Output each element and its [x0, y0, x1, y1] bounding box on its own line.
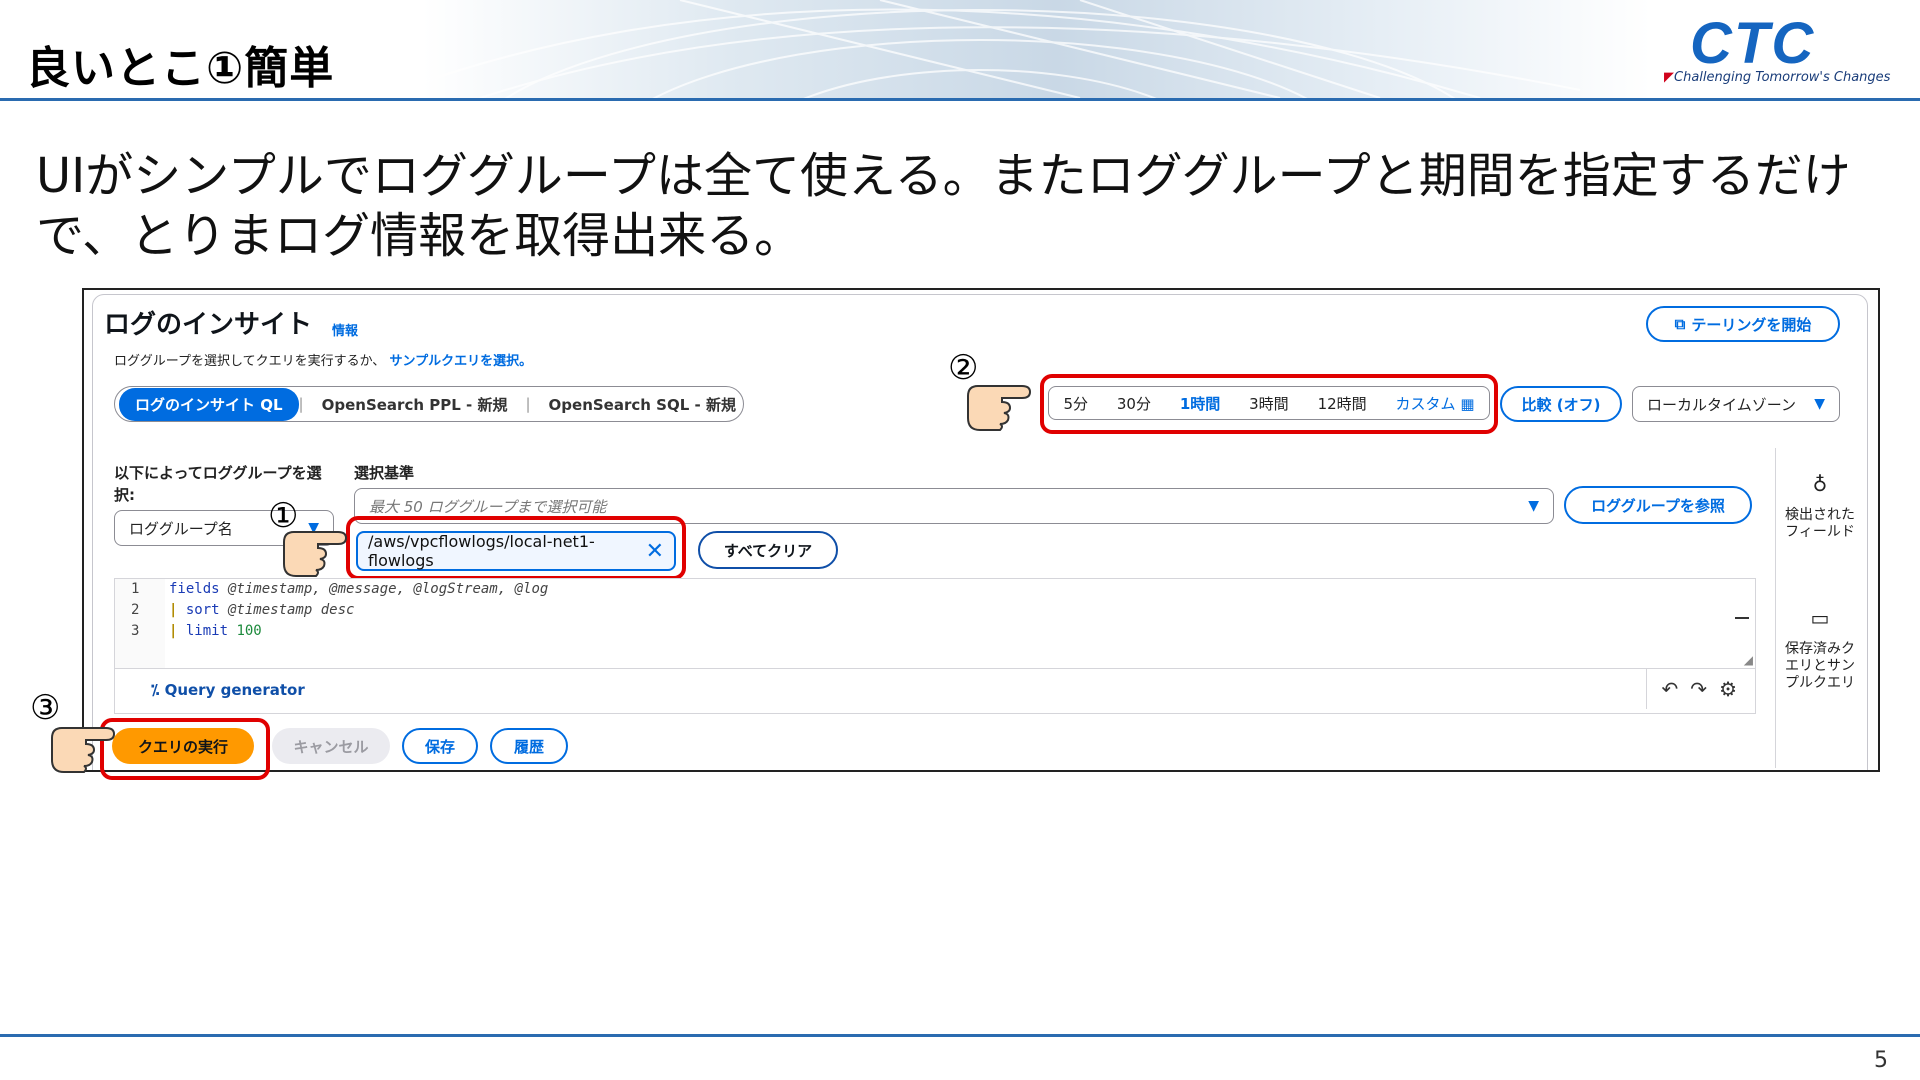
- query-generator-bar: ⁒ Query generator ↶ ↷ ⚙: [114, 668, 1756, 714]
- tab-insights-ql[interactable]: ログのインサイト QL: [119, 387, 299, 421]
- tab-opensearch-sql[interactable]: OpenSearch SQL - 新規: [531, 394, 754, 415]
- pointing-hand-icon: [51, 727, 116, 773]
- logo-mark: CTC: [1690, 11, 1816, 76]
- code-line: 2 | sort @timestamp desc: [131, 602, 355, 618]
- pointing-hand-icon: [283, 531, 348, 577]
- start-tailing-button[interactable]: ⧉ テーリングを開始: [1646, 306, 1840, 342]
- history-button[interactable]: 履歴: [490, 728, 568, 764]
- lightbulb-icon: ♁: [1812, 472, 1828, 496]
- cancel-button[interactable]: キャンセル: [272, 728, 390, 764]
- info-link[interactable]: 情報: [332, 320, 358, 339]
- sample-query-link[interactable]: サンプルクエリを選択。: [389, 354, 532, 369]
- highlight-box-log-group: [346, 516, 686, 580]
- clear-all-button[interactable]: すべてクリア: [698, 531, 838, 569]
- slide-header: 良いとこ①簡単 CTC ◤Challenging Tomorrow's Chan…: [0, 0, 1920, 101]
- page-description: ロググループを選択してクエリを実行するか、 サンプルクエリを選択。: [114, 350, 532, 369]
- browse-log-groups-button[interactable]: ロググループを参照: [1564, 486, 1752, 524]
- criteria-label: 選択基準: [354, 464, 415, 482]
- side-item-saved-queries[interactable]: ▭ 保存済みクエリとサンプルクエリ: [1784, 606, 1856, 692]
- query-language-tabs: ログのインサイト QL | OpenSearch PPL - 新規 | Open…: [114, 386, 744, 422]
- folder-icon: ▭: [1810, 606, 1830, 630]
- footer-rule: [0, 1034, 1920, 1037]
- query-generator-link[interactable]: ⁒ Query generator: [151, 681, 305, 699]
- header-globe-decoration: [380, 0, 1581, 98]
- external-link-icon: ⧉: [1674, 315, 1686, 333]
- resize-handle-icon[interactable]: ◢: [1744, 653, 1753, 667]
- logo-tagline: ◤Challenging Tomorrow's Changes: [1664, 70, 1891, 85]
- slide-title: 良いとこ①簡単: [26, 43, 335, 94]
- timezone-select[interactable]: ローカルタイムゾーン ▼: [1632, 386, 1840, 422]
- select-by-label: 以下によってロググループを選択:: [114, 464, 322, 504]
- highlight-box-run-query: [100, 718, 270, 780]
- caret-down-icon: ▼: [1814, 396, 1825, 412]
- start-tailing-label: テーリングを開始: [1691, 315, 1812, 334]
- slide-body-text: UIがシンプルでロググループは全て使える。またロググループと期間を指定するだけで…: [36, 148, 1851, 264]
- description-text: ロググループを選択してクエリを実行するか、: [114, 354, 386, 369]
- page-title: ログのインサイト: [104, 310, 313, 340]
- page-number: 5: [1874, 1048, 1888, 1073]
- settings-gear-icon[interactable]: ⚙: [1719, 677, 1737, 701]
- select-by-value: ロググループ名: [129, 519, 233, 538]
- code-line: 1 fields @timestamp, @message, @logStrea…: [131, 581, 549, 597]
- side-item-discovered-fields[interactable]: ♁ 検出されたフィールド: [1784, 472, 1856, 541]
- redo-icon[interactable]: ↷: [1690, 677, 1707, 701]
- editor-toolbar: ↶ ↷ ⚙: [1645, 669, 1737, 709]
- ctc-logo: CTC ◤Challenging Tomorrow's Changes: [1660, 10, 1900, 90]
- timezone-value: ローカルタイムゾーン: [1647, 395, 1796, 414]
- side-panel-divider: [1775, 448, 1776, 768]
- save-button[interactable]: 保存: [402, 728, 478, 764]
- undo-icon[interactable]: ↶: [1662, 677, 1679, 701]
- pointing-hand-icon: [967, 385, 1032, 431]
- compare-button[interactable]: 比較 (オフ): [1500, 386, 1622, 422]
- tab-opensearch-ppl[interactable]: OpenSearch PPL - 新規: [304, 394, 526, 415]
- sparkle-icon: ⁒: [151, 681, 160, 699]
- toolbar-divider: [1645, 669, 1647, 709]
- caret-down-icon: ▼: [1528, 498, 1539, 514]
- code-line: 3 | limit 100: [131, 623, 262, 639]
- collapse-icon[interactable]: [1735, 617, 1749, 619]
- query-editor[interactable]: 1 fields @timestamp, @message, @logStrea…: [114, 578, 1756, 670]
- criteria-placeholder: 最大 50 ロググループまで選択可能: [369, 497, 607, 516]
- highlight-box-time-range: [1040, 374, 1498, 434]
